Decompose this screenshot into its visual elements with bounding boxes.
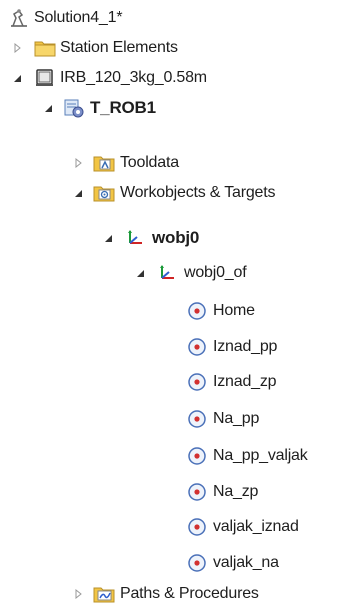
collapse-arrow-icon[interactable] xyxy=(72,187,84,199)
paths-folder-icon xyxy=(93,584,115,604)
coordinate-frame-icon xyxy=(124,228,146,248)
tree-node-label: Na_pp xyxy=(213,410,260,427)
target-icon xyxy=(186,446,208,466)
task-icon xyxy=(63,98,85,118)
target-icon xyxy=(186,301,208,321)
tree-node-label: Home xyxy=(213,302,255,319)
tooldata-folder-icon xyxy=(93,153,115,173)
tree-node-label: Na_zp xyxy=(213,483,259,500)
tree-node-target[interactable]: Na_zp xyxy=(0,477,349,507)
tree-node-label: wobj0 xyxy=(152,228,200,247)
tree-node-task[interactable]: T_ROB1 xyxy=(0,93,349,123)
tree-node-target[interactable]: valjak_iznad xyxy=(0,512,349,542)
tree-node-label: Workobjects & Targets xyxy=(120,184,276,201)
tree-node-target[interactable]: Home xyxy=(0,296,349,326)
expand-arrow-icon[interactable] xyxy=(72,157,84,169)
tree-node-target[interactable]: Iznad_pp xyxy=(0,332,349,362)
tree-node-robot[interactable]: IRB_120_3kg_0.58m xyxy=(0,63,349,93)
tree-node-solution[interactable]: Solution4_1* xyxy=(0,3,349,33)
tree-node-paths[interactable]: Paths & Procedures xyxy=(0,579,349,609)
tree-node-target[interactable]: Na_pp_valjak xyxy=(0,441,349,471)
tree-node-station-elements[interactable]: Station Elements xyxy=(0,33,349,63)
tree-node-label: Iznad_pp xyxy=(213,338,278,355)
tree-node-tooldata[interactable]: Tooldata xyxy=(0,148,349,178)
coordinate-frame-icon xyxy=(156,263,178,283)
collapse-arrow-icon[interactable] xyxy=(42,102,54,114)
tree-node-target[interactable]: Na_pp xyxy=(0,404,349,434)
collapse-arrow-icon[interactable] xyxy=(134,267,146,279)
solution-icon xyxy=(8,8,30,28)
target-icon xyxy=(186,409,208,429)
workobjects-folder-icon xyxy=(93,183,115,203)
expand-arrow-icon[interactable] xyxy=(11,42,23,54)
folder-icon xyxy=(34,38,56,58)
target-icon xyxy=(186,372,208,392)
expand-arrow-icon[interactable] xyxy=(72,588,84,600)
tree-node-label: wobj0_of xyxy=(184,264,247,281)
tree-node-wobj0[interactable]: wobj0 xyxy=(0,223,349,253)
target-icon xyxy=(186,337,208,357)
station-tree-view: Solution4_1* Station Elements IRB_120_3k… xyxy=(0,0,349,606)
tree-node-target[interactable]: valjak_na xyxy=(0,548,349,578)
tree-node-target[interactable]: Iznad_zp xyxy=(0,367,349,397)
target-icon xyxy=(186,482,208,502)
tree-node-label: Paths & Procedures xyxy=(120,585,259,602)
tree-node-label: Solution4_1* xyxy=(34,9,123,26)
tree-node-label: IRB_120_3kg_0.58m xyxy=(60,69,207,86)
collapse-arrow-icon[interactable] xyxy=(11,72,23,84)
tree-node-label: Na_pp_valjak xyxy=(213,447,308,464)
tree-node-label: T_ROB1 xyxy=(90,98,156,117)
tree-node-label: Tooldata xyxy=(120,154,179,171)
collapse-arrow-icon[interactable] xyxy=(102,232,114,244)
tree-node-wobj0-of[interactable]: wobj0_of xyxy=(0,258,349,288)
tree-node-workobjects[interactable]: Workobjects & Targets xyxy=(0,178,349,208)
robot-controller-icon xyxy=(34,68,56,88)
tree-node-label: valjak_na xyxy=(213,554,279,571)
target-icon xyxy=(186,553,208,573)
tree-node-label: valjak_iznad xyxy=(213,518,299,535)
target-icon xyxy=(186,517,208,537)
tree-node-label: Iznad_zp xyxy=(213,373,277,390)
tree-node-label: Station Elements xyxy=(60,39,178,56)
